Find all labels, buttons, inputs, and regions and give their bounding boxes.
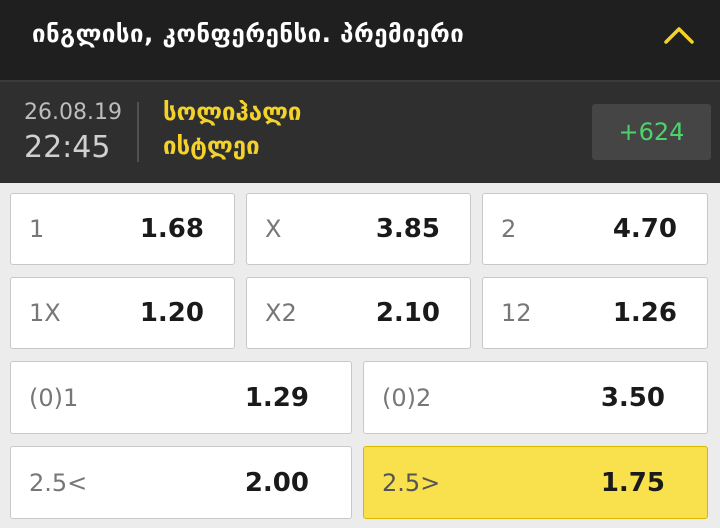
odds-value: 1.20 <box>139 298 204 328</box>
odds-value: 1.26 <box>612 298 677 328</box>
match-info-bar[interactable]: 26.08.19 22:45 სოლიჰალი ისტლეი +624 <box>0 80 720 183</box>
away-team-name: ისტლეი <box>163 132 260 160</box>
odds-button-draw[interactable]: X 3.85 <box>246 193 471 265</box>
odds-label: X2 <box>265 299 297 327</box>
league-title: ინგლისი, კონფერენსი. პრემიერი <box>32 20 465 48</box>
odds-value: 1.68 <box>139 214 204 244</box>
odds-button-under[interactable]: 2.5< 2.00 <box>10 446 352 519</box>
home-team-name: სოლიჰალი <box>163 98 302 126</box>
odds-label: X <box>265 215 282 243</box>
odds-label: 2.5< <box>29 468 88 497</box>
divider <box>137 102 139 162</box>
odds-label: 12 <box>501 299 532 327</box>
odds-button-handicap-home[interactable]: (0)1 1.29 <box>10 361 352 434</box>
odds-button-handicap-away[interactable]: (0)2 3.50 <box>363 361 708 434</box>
odds-value: 3.85 <box>375 214 440 244</box>
odds-value: 1.29 <box>244 382 309 413</box>
chevron-up-icon[interactable] <box>662 20 696 50</box>
odds-label: (0)2 <box>382 383 432 412</box>
odds-value: 3.50 <box>600 382 665 413</box>
odds-button-away[interactable]: 2 4.70 <box>482 193 708 265</box>
odds-label: 2 <box>501 215 517 243</box>
odds-button-12[interactable]: 12 1.26 <box>482 277 708 349</box>
odds-button-x2[interactable]: X2 2.10 <box>246 277 471 349</box>
odds-button-1x[interactable]: 1X 1.20 <box>10 277 235 349</box>
odds-label: (0)1 <box>29 383 79 412</box>
match-time: 22:45 <box>24 130 111 165</box>
odds-button-home[interactable]: 1 1.68 <box>10 193 235 265</box>
odds-button-over[interactable]: 2.5> 1.75 <box>363 446 708 519</box>
match-date: 26.08.19 <box>24 100 122 125</box>
odds-label: 2.5> <box>382 468 441 497</box>
odds-label: 1 <box>29 215 45 243</box>
odds-value: 2.00 <box>244 467 309 498</box>
odds-label: 1X <box>29 299 61 327</box>
more-markets-button[interactable]: +624 <box>592 104 711 160</box>
odds-value: 2.10 <box>375 298 440 328</box>
odds-value: 1.75 <box>600 467 665 498</box>
odds-value: 4.70 <box>612 214 677 244</box>
league-header[interactable]: ინგლისი, კონფერენსი. პრემიერი <box>0 0 720 80</box>
